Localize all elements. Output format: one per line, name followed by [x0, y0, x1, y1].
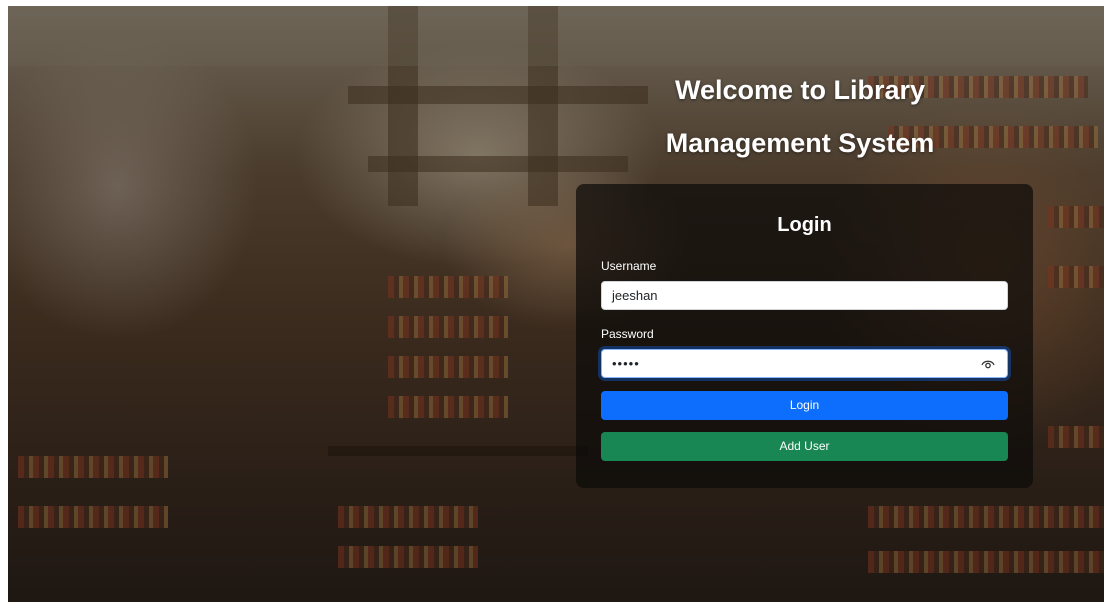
eye-icon[interactable]	[981, 358, 995, 370]
login-button[interactable]: Login	[601, 391, 1008, 420]
login-card: Login Username jeeshan Password ••••• Lo…	[576, 184, 1033, 488]
bookshelf-row	[388, 316, 508, 338]
ceiling-ornament	[8, 6, 1104, 66]
bookshelf-row	[388, 396, 508, 418]
ceiling-beam	[368, 156, 628, 172]
username-input[interactable]: jeeshan	[601, 281, 1008, 310]
bookshelf-row	[1048, 206, 1104, 228]
page-title: Welcome to Library Management System	[665, 75, 935, 158]
bookshelf-row	[18, 506, 168, 528]
bookshelf-row	[1048, 266, 1104, 288]
bookshelf-row	[338, 546, 478, 568]
bookshelf-row	[868, 506, 1104, 528]
bookshelf-row	[338, 506, 478, 528]
password-mask: •••••	[612, 356, 640, 371]
bookshelf-row	[388, 356, 508, 378]
bookshelf-row	[18, 456, 168, 478]
bookshelf-row	[388, 276, 508, 298]
login-heading: Login	[777, 214, 832, 236]
add-user-button[interactable]: Add User	[601, 432, 1008, 461]
username-label: Username	[601, 259, 657, 273]
password-label: Password	[601, 327, 654, 341]
balcony-rail	[328, 446, 588, 456]
password-input[interactable]: •••••	[601, 349, 1008, 378]
bookshelf-row	[1048, 426, 1104, 448]
bookshelf-row	[868, 551, 1104, 573]
ceiling-beam	[348, 86, 648, 104]
username-value: jeeshan	[612, 288, 658, 303]
